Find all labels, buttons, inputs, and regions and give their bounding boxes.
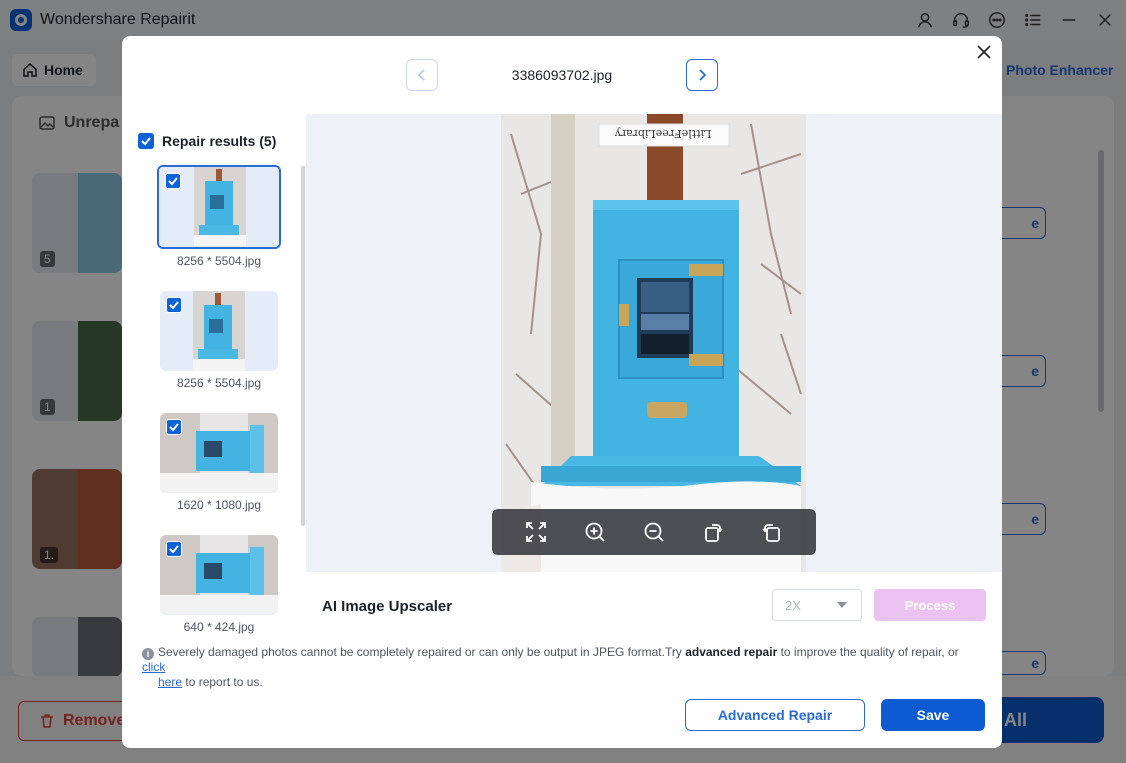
notice-text-after: to report to us.	[182, 675, 263, 689]
next-file-button[interactable]	[686, 59, 718, 91]
notice-text-before: Severely damaged photos cannot be comple…	[158, 645, 686, 659]
chevron-left-icon	[417, 69, 425, 81]
advanced-repair-button[interactable]: Advanced Repair	[685, 699, 865, 731]
close-dialog-icon[interactable]	[974, 42, 994, 62]
thumbnail-label: 640 * 424.jpg	[183, 620, 255, 634]
image-preview: LittleFreeLibrary	[306, 114, 1002, 572]
thumbnail-checkbox[interactable]	[166, 541, 182, 557]
thumbnail-label: 8256 * 5504.jpg	[176, 254, 262, 268]
save-button[interactable]: Save	[881, 699, 985, 731]
thumbnail-checkbox[interactable]	[166, 419, 182, 435]
info-icon: i	[142, 648, 154, 660]
ai-upscaler-label: AI Image Upscaler	[322, 598, 453, 615]
preview-dialog: 3386093702.jpg Repair results (5) 8256 *…	[122, 36, 1002, 748]
notice-advanced-repair: advanced repair	[685, 645, 778, 659]
thumbnail-checkbox[interactable]	[166, 297, 182, 313]
file-name: 3386093702.jpg	[511, 67, 613, 83]
fullscreen-icon[interactable]	[523, 519, 549, 545]
scale-select[interactable]: 2X	[772, 589, 862, 621]
check-icon	[141, 137, 151, 146]
result-thumbnail[interactable]	[157, 165, 281, 249]
result-thumbnail[interactable]	[160, 535, 278, 615]
result-thumbnail[interactable]	[160, 291, 278, 371]
thumbnail-label: 8256 * 5504.jpg	[176, 376, 262, 390]
zoom-out-icon[interactable]	[641, 519, 667, 545]
chevron-down-icon	[837, 602, 847, 608]
thumbnail-label: 1620 * 1080.jpg	[176, 498, 262, 512]
result-thumbnail[interactable]	[160, 413, 278, 493]
image-toolbar	[492, 509, 816, 555]
zoom-in-icon[interactable]	[582, 519, 608, 545]
rotate-right-icon[interactable]	[759, 519, 785, 545]
notice-text-middle: to improve the quality of repair, or	[777, 645, 959, 659]
rotate-left-icon[interactable]	[700, 519, 726, 545]
select-all-checkbox[interactable]	[138, 133, 154, 149]
repair-results-title: Repair results (5)	[162, 133, 277, 149]
scale-value: 2X	[785, 597, 801, 613]
thumbnail-checkbox[interactable]	[165, 173, 181, 189]
chevron-right-icon	[699, 69, 707, 81]
here-link[interactable]: here	[158, 675, 182, 689]
previous-file-button[interactable]	[406, 59, 438, 91]
preview-photo: LittleFreeLibrary	[501, 114, 806, 572]
click-link[interactable]: click	[142, 660, 165, 674]
sidebar-scrollbar[interactable]	[301, 166, 305, 526]
process-button[interactable]: Process	[874, 589, 986, 621]
repair-notice: i Severely damaged photos cannot be compl…	[142, 645, 982, 690]
library-sign-text: LittleFreeLibrary	[614, 127, 712, 140]
